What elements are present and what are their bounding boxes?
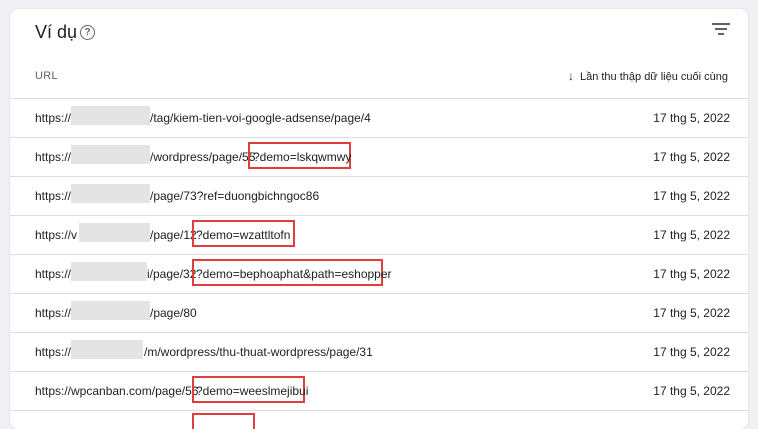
redacted-domain xyxy=(71,145,150,164)
url-path: /page/12 xyxy=(150,228,197,242)
url-prefix: https://v xyxy=(35,228,78,242)
crawl-date: 17 thg 5, 2022 xyxy=(653,384,730,398)
redacted-domain xyxy=(71,184,150,203)
column-header-last-crawl-label: Lần thu thập dữ liệu cuối cùng xyxy=(579,71,728,83)
url-query-highlight: ?demo=bephoaphat&path=eshopper xyxy=(196,267,392,281)
redacted-domain xyxy=(71,340,143,359)
url-path: i/page/32 xyxy=(147,267,197,281)
url-path: /wordpress/page/55 xyxy=(150,150,256,164)
url-prefix: https:// xyxy=(35,111,72,125)
url-path: /m/wordpress/thu-thuat-wordpress/page/31 xyxy=(144,345,373,359)
url-prefix: https:// xyxy=(35,267,72,281)
crawl-date: 17 thg 5, 2022 xyxy=(653,267,730,281)
column-header-last-crawl[interactable]: ↓ Lần thu thập dữ liệu cuối cùng xyxy=(568,69,728,83)
redacted-domain xyxy=(71,301,150,320)
table-row[interactable]: https:// /wordpress/page/55 ?demo=lskqwm… xyxy=(10,137,748,176)
crawl-date: 17 thg 5, 2022 xyxy=(653,111,730,125)
crawl-date: 17 thg 5, 2022 xyxy=(653,150,730,164)
crawl-date: 17 thg 5, 2022 xyxy=(653,228,730,242)
column-header-url[interactable]: URL xyxy=(35,70,58,82)
redacted-domain xyxy=(71,106,150,125)
help-icon[interactable]: ? xyxy=(80,25,95,40)
table-row[interactable]: https:// /tag/kiem-tien-voi-google-adsen… xyxy=(10,98,748,137)
table-row[interactable]: https:// /m/wordpress/thu-thuat-wordpres… xyxy=(10,332,748,371)
url-query-highlight: ?demo=wzattltofn xyxy=(196,228,291,242)
crawl-date: 17 thg 5, 2022 xyxy=(653,189,730,203)
url-path: /page/80 xyxy=(150,306,197,320)
card-title: Ví dụ xyxy=(35,22,78,42)
table-row[interactable]: https:// /page/80 17 thg 5, 2022 xyxy=(10,293,748,332)
crawl-date: 17 thg 5, 2022 xyxy=(653,306,730,320)
arrow-down-icon: ↓ xyxy=(567,69,574,83)
redacted-domain xyxy=(79,223,150,242)
url-query-highlight: ?demo=lskqwmwy xyxy=(253,150,352,164)
url-prefix: https:// xyxy=(35,306,72,320)
crawl-date: 17 thg 5, 2022 xyxy=(653,345,730,359)
table-row[interactable]: https:// i/page/32 ?demo=bephoaphat&path… xyxy=(10,254,748,293)
url-path: /tag/kiem-tien-voi-google-adsense/page/4 xyxy=(150,111,371,125)
highlight-box xyxy=(192,413,255,429)
table-row[interactable] xyxy=(10,410,748,429)
url-prefix: https://wpcanban.com/page/56 xyxy=(35,384,199,398)
table-row[interactable]: https://v /page/12 ?demo=wzattltofn 17 t… xyxy=(10,215,748,254)
table-row[interactable]: https:// /page/73?ref=duongbichngoc86 17… xyxy=(10,176,748,215)
url-table: https:// /tag/kiem-tien-voi-google-adsen… xyxy=(10,98,748,429)
redacted-domain xyxy=(71,262,147,281)
url-prefix: https:// xyxy=(35,189,72,203)
filter-icon[interactable] xyxy=(712,23,730,37)
url-prefix: https:// xyxy=(35,150,72,164)
url-prefix: https:// xyxy=(35,345,72,359)
url-query-highlight: ?demo=weeslmejibui xyxy=(196,384,309,398)
url-path: /page/73?ref=duongbichngoc86 xyxy=(150,189,320,203)
examples-card: Ví dụ ? URL ↓ Lần thu thập dữ liệu cuối c… xyxy=(10,9,748,429)
table-row[interactable]: https://wpcanban.com/page/56 ?demo=weesl… xyxy=(10,371,748,410)
